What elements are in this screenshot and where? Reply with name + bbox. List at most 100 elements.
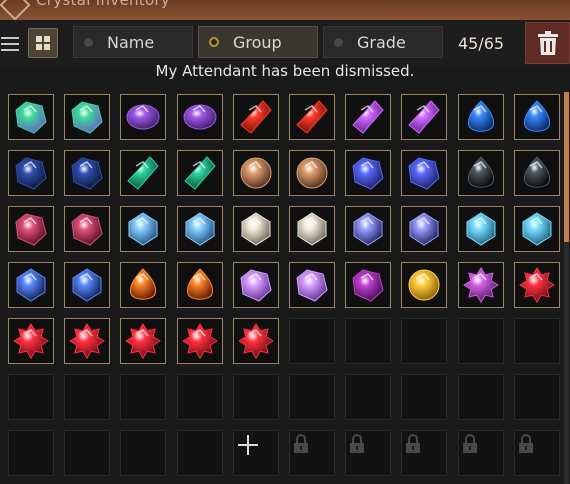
- inventory-slot-empty[interactable]: [401, 318, 447, 364]
- lock-icon: [294, 434, 308, 453]
- inventory-slot-empty[interactable]: [177, 430, 223, 476]
- inventory-slot-empty[interactable]: [458, 318, 504, 364]
- inventory-slot-item[interactable]: [64, 262, 110, 308]
- blue-triangle-gem-icon: [523, 100, 551, 132]
- inventory-slot-empty[interactable]: [514, 318, 560, 364]
- inventory-slot-empty[interactable]: [120, 430, 166, 476]
- inventory-slot-item[interactable]: [177, 94, 223, 140]
- locked-slot: [401, 430, 447, 476]
- inventory-slot-item[interactable]: [233, 318, 279, 364]
- inventory-slot-item[interactable]: [8, 318, 54, 364]
- inventory-slot-item[interactable]: [514, 150, 560, 196]
- locked-slot: [514, 430, 560, 476]
- inventory-slot-empty[interactable]: [233, 374, 279, 420]
- inventory-slot-empty[interactable]: [8, 430, 54, 476]
- inventory-slot-item[interactable]: [514, 262, 560, 308]
- inventory-slot-item[interactable]: [64, 150, 110, 196]
- inventory-slot-item[interactable]: [289, 150, 335, 196]
- cyan-diamond-icon: [522, 212, 552, 246]
- sky-blue-diamond-icon: [128, 212, 158, 246]
- inventory-slot-empty[interactable]: [120, 374, 166, 420]
- gold-orb-icon: [408, 269, 440, 301]
- inventory-slot-item[interactable]: [177, 150, 223, 196]
- inventory-slot-item[interactable]: [177, 206, 223, 252]
- dark-blue-crystal-icon: [15, 157, 47, 190]
- inventory-slot-item[interactable]: [120, 150, 166, 196]
- inventory-slot-item[interactable]: [401, 206, 447, 252]
- scrollbar-thumb[interactable]: [564, 92, 569, 242]
- inventory-slot-item[interactable]: [458, 150, 504, 196]
- inventory-slot-empty[interactable]: [514, 374, 560, 420]
- inventory-slot-empty[interactable]: [177, 374, 223, 420]
- inventory-slot-item[interactable]: [233, 94, 279, 140]
- inventory-slot-item[interactable]: [8, 94, 54, 140]
- indigo-hex-gem-icon: [409, 212, 439, 246]
- inventory-slot-empty[interactable]: [64, 430, 110, 476]
- inventory-slot-item[interactable]: [514, 94, 560, 140]
- purple-oval-gem-icon: [126, 104, 160, 130]
- inventory-slot-item[interactable]: [8, 262, 54, 308]
- inventory-slot-item[interactable]: [345, 206, 391, 252]
- pink-crystal-icon: [71, 213, 103, 246]
- inventory-slot-item[interactable]: [64, 206, 110, 252]
- inventory-slot-item[interactable]: [458, 206, 504, 252]
- inventory-slot-item[interactable]: [289, 94, 335, 140]
- inventory-slot-item[interactable]: [233, 150, 279, 196]
- lilac-gem-icon: [296, 269, 328, 302]
- blue-triangle-gem-icon: [467, 100, 495, 132]
- inventory-slot-item[interactable]: [401, 262, 447, 308]
- blue-cut-gem-icon: [16, 268, 46, 302]
- locked-slot: [458, 430, 504, 476]
- inventory-slot-item[interactable]: [289, 206, 335, 252]
- inventory-slot-empty[interactable]: [345, 374, 391, 420]
- green-blue-crystal-icon: [15, 101, 47, 134]
- inventory-slot-item[interactable]: [401, 94, 447, 140]
- red-star-gem-icon: [125, 323, 161, 359]
- inventory-slot-item[interactable]: [177, 262, 223, 308]
- inventory-slot-empty[interactable]: [458, 374, 504, 420]
- inventory-slot-item[interactable]: [401, 150, 447, 196]
- inventory-slot-item[interactable]: [8, 150, 54, 196]
- inventory-slot-item[interactable]: [345, 150, 391, 196]
- inventory-slot-empty[interactable]: [345, 318, 391, 364]
- inventory-slot-item[interactable]: [458, 94, 504, 140]
- white-hex-gem-icon: [241, 212, 271, 246]
- magenta-crystal-icon: [352, 269, 384, 302]
- red-star-gem-icon: [69, 323, 105, 359]
- inventory-slot-item[interactable]: [233, 262, 279, 308]
- bronze-orb-icon: [240, 157, 272, 189]
- inventory-slot-item[interactable]: [345, 94, 391, 140]
- inventory-slot-item[interactable]: [289, 262, 335, 308]
- inventory-slot-empty[interactable]: [8, 374, 54, 420]
- inventory-slot-empty[interactable]: [401, 374, 447, 420]
- inventory-scrollbar[interactable]: [564, 92, 569, 484]
- inventory-slot-item[interactable]: [120, 94, 166, 140]
- inventory-slot-item[interactable]: [120, 318, 166, 364]
- lock-icon: [406, 434, 420, 453]
- add-slot-button[interactable]: [233, 430, 279, 476]
- lock-icon: [350, 434, 364, 453]
- inventory-slot-item[interactable]: [120, 262, 166, 308]
- inventory-slot-item[interactable]: [233, 206, 279, 252]
- inventory-slot-item[interactable]: [177, 318, 223, 364]
- inventory-slot-empty[interactable]: [289, 374, 335, 420]
- inventory-slot-item[interactable]: [64, 318, 110, 364]
- inventory-slot-empty[interactable]: [289, 318, 335, 364]
- red-star-gem-icon: [182, 323, 218, 359]
- locked-slot: [345, 430, 391, 476]
- red-star-gem-icon: [238, 323, 274, 359]
- inventory-slot-item[interactable]: [458, 262, 504, 308]
- inventory-slot-item[interactable]: [120, 206, 166, 252]
- white-hex-gem-icon: [297, 212, 327, 246]
- inventory-slot-item[interactable]: [345, 262, 391, 308]
- inventory-slot-item[interactable]: [514, 206, 560, 252]
- inventory-grid: [0, 0, 570, 484]
- inventory-slot-item[interactable]: [64, 94, 110, 140]
- pink-crystal-icon: [15, 213, 47, 246]
- blue-cut-gem-icon: [72, 268, 102, 302]
- inventory-slot-item[interactable]: [8, 206, 54, 252]
- red-shard-icon: [240, 100, 272, 134]
- sky-blue-diamond-icon: [185, 212, 215, 246]
- inventory-slot-empty[interactable]: [64, 374, 110, 420]
- blue-swirl-gem-icon: [408, 157, 440, 190]
